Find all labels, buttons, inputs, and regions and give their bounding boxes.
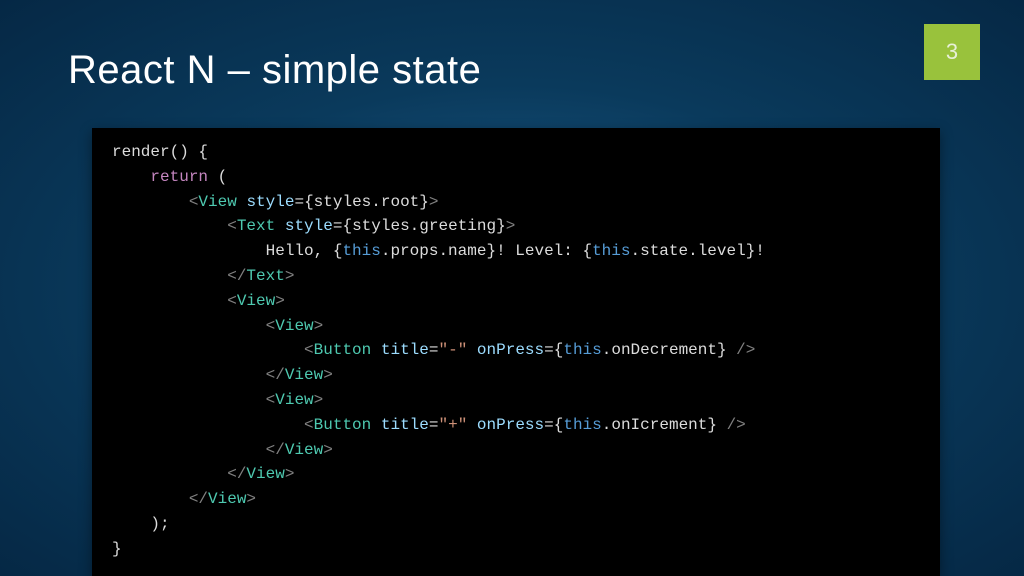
code-line: ); bbox=[112, 512, 920, 537]
page-number-badge: 3 bbox=[924, 24, 980, 80]
code-line: } bbox=[112, 537, 920, 562]
code-line: <View> bbox=[112, 289, 920, 314]
code-line: <View> bbox=[112, 314, 920, 339]
code-block: render() { return ( <View style={styles.… bbox=[92, 128, 940, 576]
code-line: </View> bbox=[112, 487, 920, 512]
code-line: <Button title="-" onPress={this.onDecrem… bbox=[112, 338, 920, 363]
code-line: render() { bbox=[112, 140, 920, 165]
code-line: </View> bbox=[112, 438, 920, 463]
code-line: <View style={styles.root}> bbox=[112, 190, 920, 215]
code-line: Hello, {this.props.name}! Level: {this.s… bbox=[112, 239, 920, 264]
code-line: <View> bbox=[112, 388, 920, 413]
slide-title: React N – simple state bbox=[68, 48, 481, 93]
code-line: return ( bbox=[112, 165, 920, 190]
code-line: <Text style={styles.greeting}> bbox=[112, 214, 920, 239]
code-line: <Button title="+" onPress={this.onIcreme… bbox=[112, 413, 920, 438]
code-line: </Text> bbox=[112, 264, 920, 289]
code-line: </View> bbox=[112, 363, 920, 388]
code-line: </View> bbox=[112, 462, 920, 487]
